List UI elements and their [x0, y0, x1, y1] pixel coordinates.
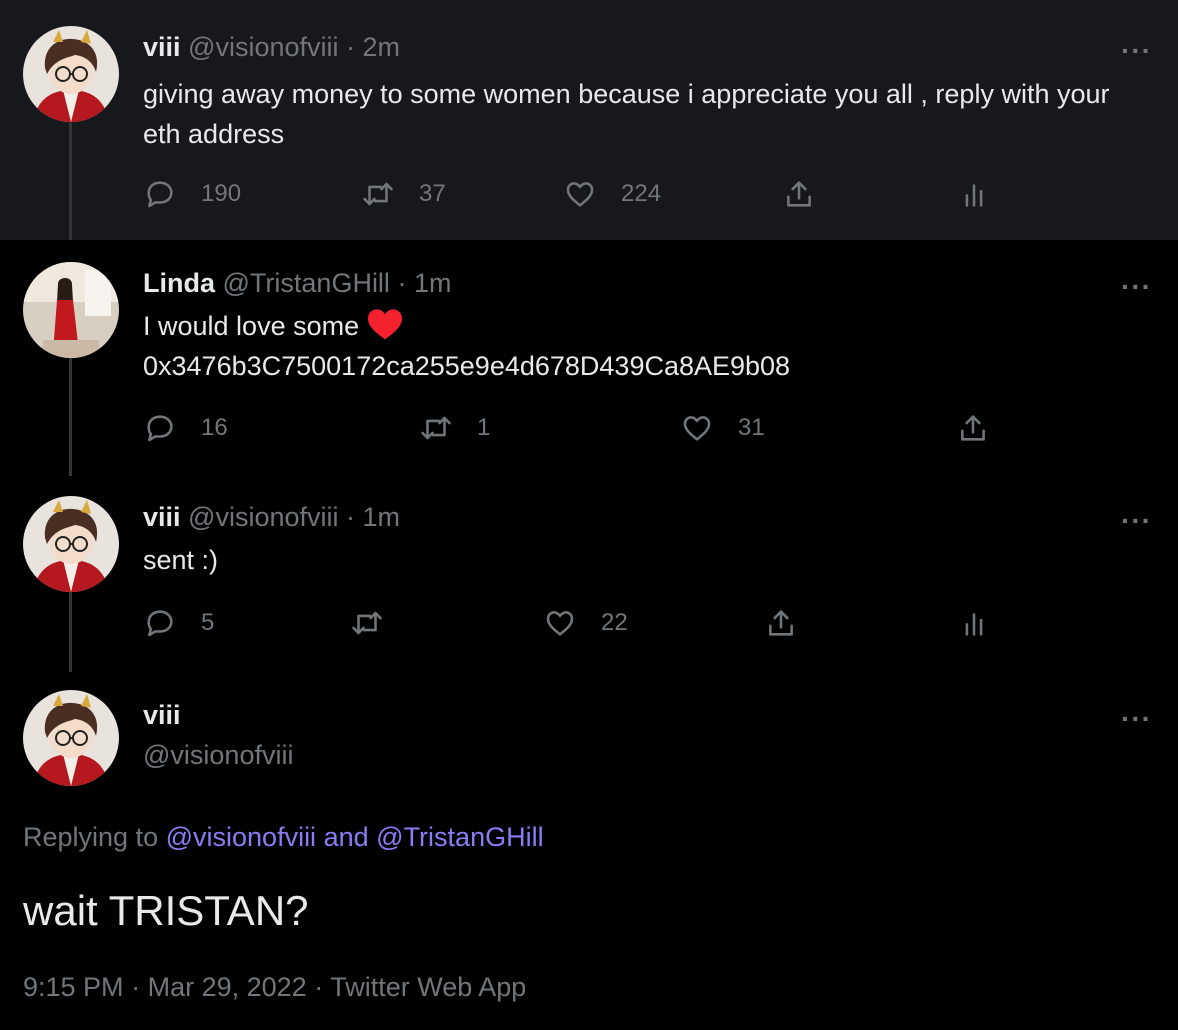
display-name[interactable]: Linda [143, 268, 215, 298]
retweet-icon [419, 411, 453, 445]
handle[interactable]: @visionofviii [188, 502, 338, 532]
separator: · [131, 972, 141, 1002]
like-icon [543, 606, 577, 640]
reply-count: 5 [201, 609, 215, 636]
thread-line [69, 356, 72, 476]
like-button[interactable]: 31 [680, 411, 765, 445]
avatar[interactable] [23, 26, 119, 122]
retweet-count: 37 [419, 180, 446, 207]
reply-icon [143, 606, 177, 640]
tweet-text-prefix: I would love some [143, 311, 360, 341]
replying-prefix: Replying to [23, 822, 159, 852]
tweet-text-line1: I would love some [143, 306, 1153, 346]
replying-to: Replying to @visionofviii and @TristanGH… [23, 822, 544, 853]
reply-button[interactable]: 16 [143, 411, 228, 445]
tweet-date[interactable]: Mar 29, 2022 [148, 972, 307, 1002]
handle[interactable]: @visionofviii [188, 32, 338, 62]
separator: · [346, 32, 356, 62]
separator: · [314, 972, 324, 1002]
timestamp[interactable]: 1m [414, 268, 452, 298]
reply-button[interactable]: 5 [143, 606, 214, 640]
share-icon [764, 606, 798, 640]
avatar-image [23, 496, 119, 592]
tweet-time[interactable]: 9:15 PM [23, 972, 124, 1002]
reply-icon [143, 411, 177, 445]
retweet-button[interactable]: 37 [361, 177, 446, 211]
tweet-2[interactable]: Linda @TristanGHill · 1m ··· I would lov… [0, 240, 1178, 476]
analytics-icon [957, 177, 991, 211]
thread-line [69, 592, 72, 672]
timestamp[interactable]: 2m [363, 32, 401, 62]
share-icon [956, 411, 990, 445]
tweet-source: Twitter Web App [330, 972, 527, 1002]
heart-emoji [368, 309, 403, 340]
like-button[interactable]: 22 [543, 606, 628, 640]
separator: · [346, 502, 356, 532]
reply-count: 190 [201, 180, 242, 207]
retweet-button[interactable]: 1 [419, 411, 490, 445]
avatar-image [23, 690, 119, 786]
like-button[interactable]: 224 [563, 177, 661, 211]
main-tweet: viii @visionofviii ··· Replying to @visi… [0, 672, 1178, 1030]
more-icon[interactable]: ··· [1121, 273, 1152, 301]
like-count: 22 [601, 609, 628, 636]
analytics-icon [957, 606, 991, 640]
tweet-header: viii @visionofviii · 2m [143, 32, 400, 63]
more-icon[interactable]: ··· [1121, 705, 1152, 733]
retweet-icon [361, 177, 395, 211]
display-name[interactable]: viii [143, 502, 181, 532]
tweet-actions: 16 1 31 [143, 411, 1153, 451]
reply-icon [143, 177, 177, 211]
avatar[interactable] [23, 262, 119, 358]
share-button[interactable] [956, 411, 990, 445]
retweet-button[interactable] [350, 606, 384, 640]
tweet-actions: 190 37 224 [143, 177, 1153, 217]
tweet-text: wait TRISTAN? [23, 887, 309, 934]
like-icon [563, 177, 597, 211]
like-count: 31 [738, 414, 765, 441]
retweet-icon [350, 606, 384, 640]
mention-link[interactable]: @visionofviii [166, 822, 316, 852]
handle[interactable]: @TristanGHill [223, 268, 390, 298]
avatar[interactable] [23, 690, 119, 786]
tweet-3[interactable]: viii @visionofviii · 1m ··· sent :) 5 22 [0, 476, 1178, 672]
handle[interactable]: @visionofviii [143, 740, 293, 771]
avatar[interactable] [23, 496, 119, 592]
eth-address: 0x3476b3C7500172ca255e9e4d678D439Ca8AE9b… [143, 351, 791, 381]
replying-and[interactable]: and [324, 822, 369, 852]
tweet-header: Linda @TristanGHill · 1m [143, 268, 451, 299]
display-name[interactable]: viii [143, 32, 181, 62]
tweet-1[interactable]: viii @visionofviii · 2m ··· giving away … [0, 0, 1178, 240]
share-button[interactable] [764, 606, 798, 640]
avatar-image [23, 262, 119, 358]
reply-button[interactable]: 190 [143, 177, 241, 211]
timestamp[interactable]: 1m [363, 502, 401, 532]
tweet-text: giving away money to some women because … [143, 79, 1110, 149]
separator: · [397, 268, 407, 298]
thread-line [69, 122, 72, 240]
tweet-text: I would love some 0x3476b3C7500172ca255e… [143, 306, 1153, 386]
retweet-count: 1 [477, 414, 491, 441]
display-name[interactable]: viii [143, 700, 181, 731]
reply-count: 16 [201, 414, 228, 441]
like-icon [680, 411, 714, 445]
tweet-meta: 9:15 PM · Mar 29, 2022 · Twitter Web App [23, 972, 526, 1003]
analytics-button[interactable] [957, 606, 991, 640]
analytics-button[interactable] [957, 177, 991, 211]
share-button[interactable] [782, 177, 816, 211]
like-count: 224 [621, 180, 662, 207]
avatar-image [23, 26, 119, 122]
mention-link[interactable]: @TristanGHill [376, 822, 543, 852]
more-icon[interactable]: ··· [1121, 507, 1152, 535]
more-icon[interactable]: ··· [1121, 37, 1152, 65]
tweet-header: viii @visionofviii · 1m [143, 502, 400, 533]
share-icon [782, 177, 816, 211]
tweet-actions: 5 22 [143, 606, 1153, 646]
tweet-text: sent :) [143, 545, 219, 575]
